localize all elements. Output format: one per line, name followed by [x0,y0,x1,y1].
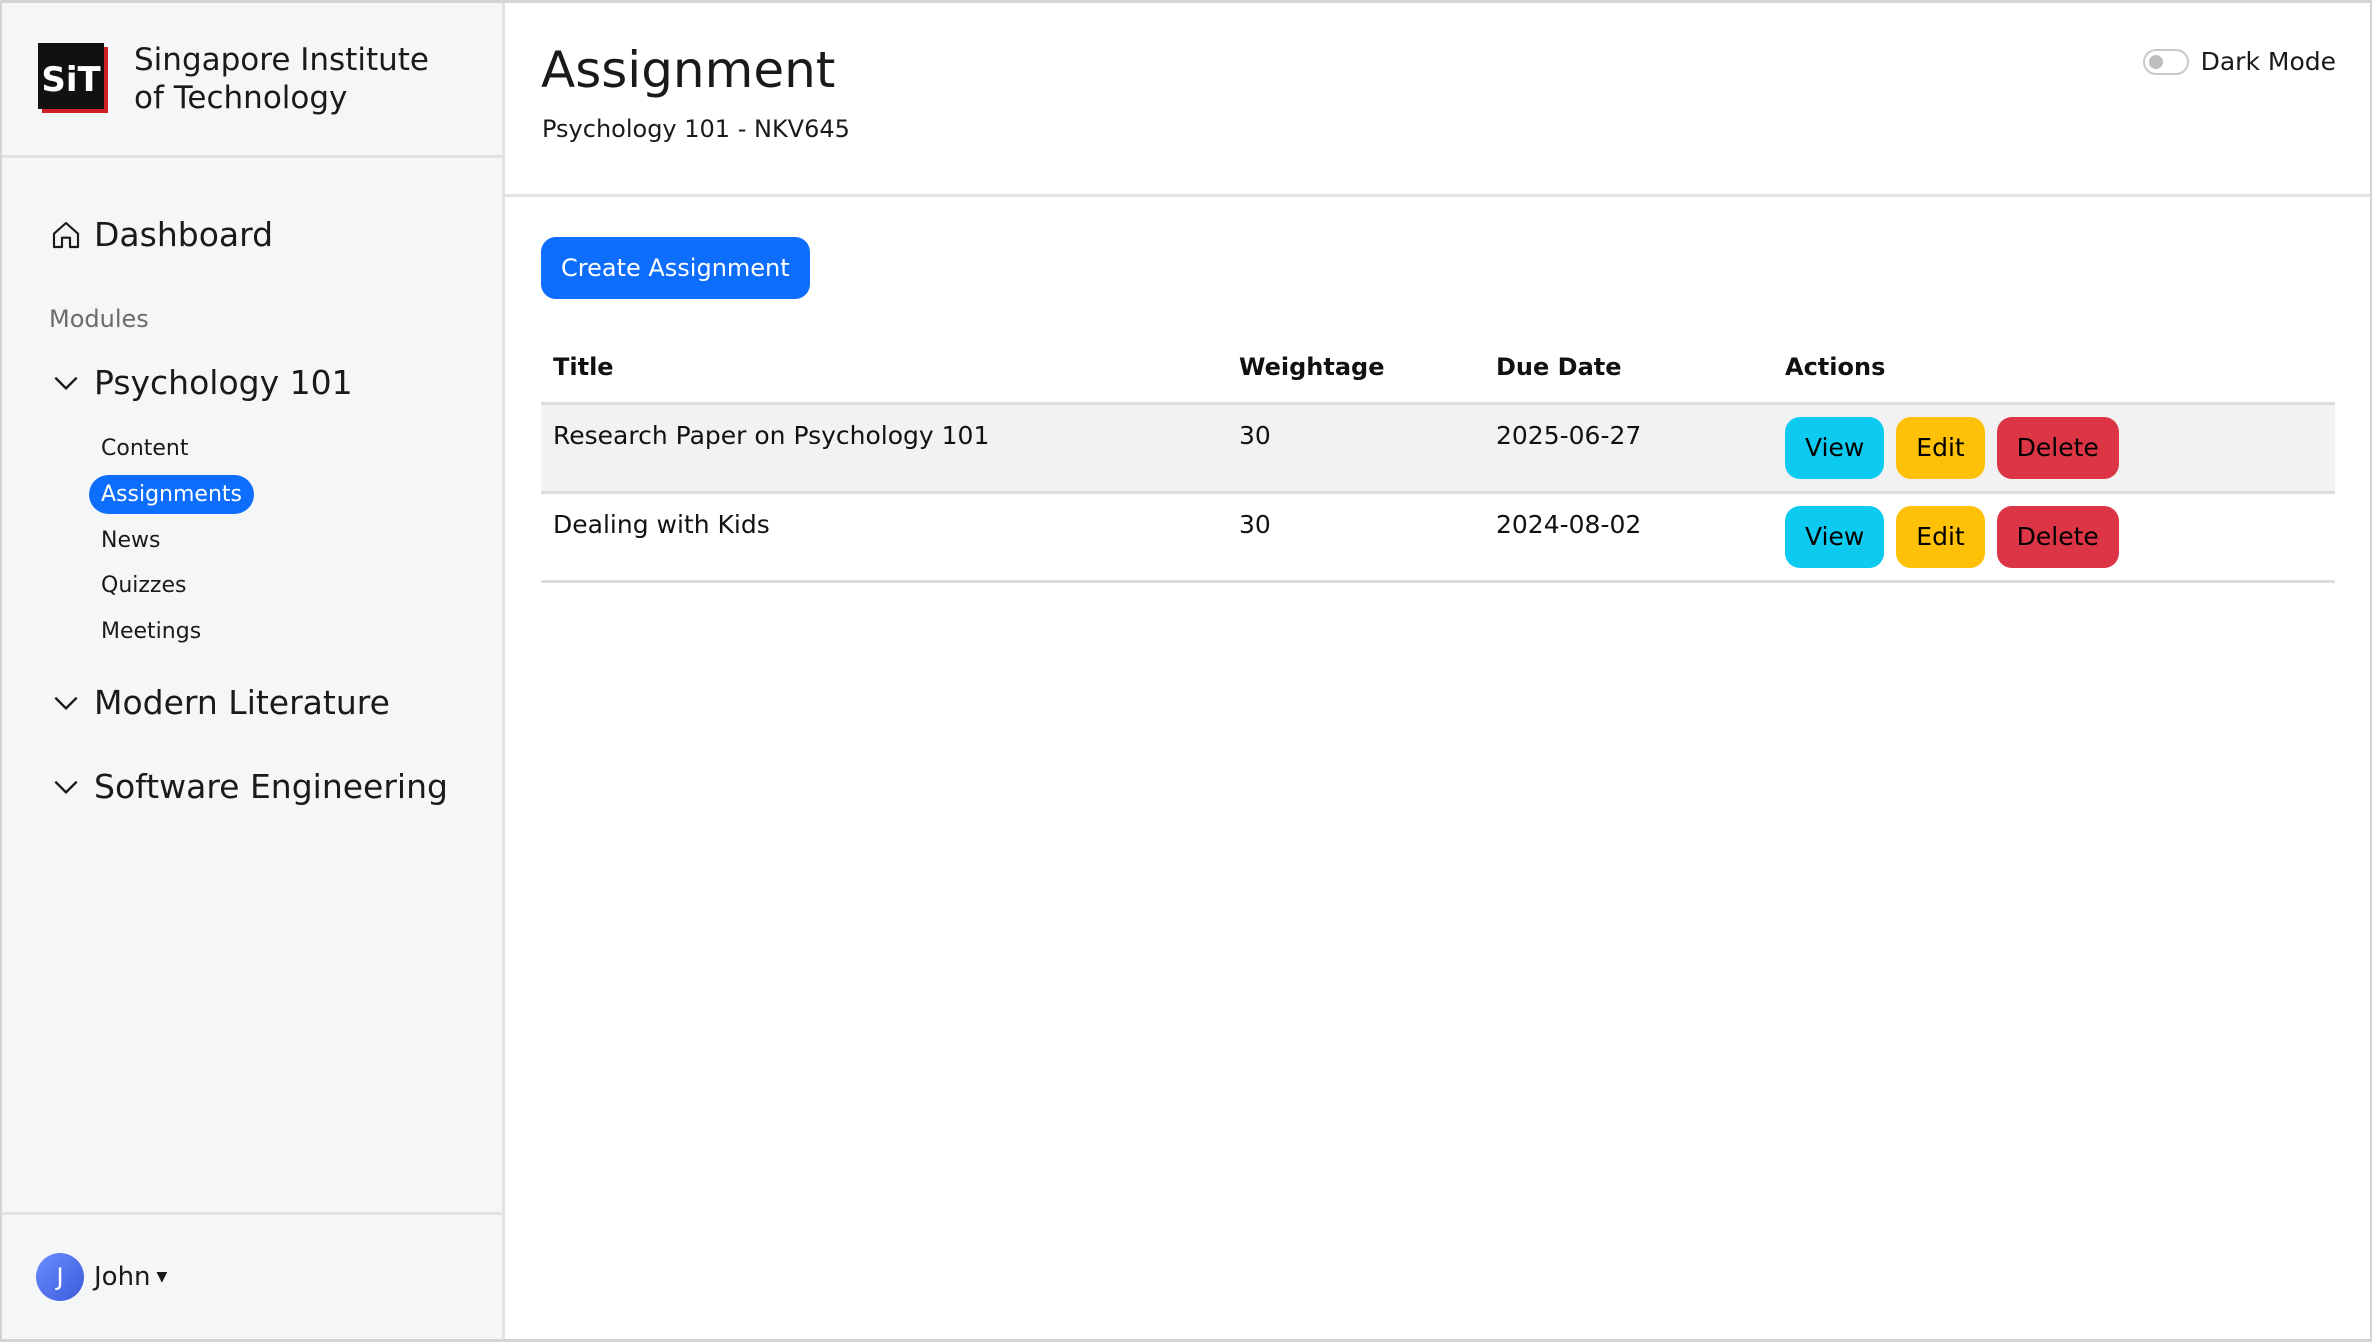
dark-mode-toggle[interactable]: Dark Mode [2142,47,2336,76]
sidebar-item-assignments[interactable]: Assignments [89,475,254,514]
module-psychology-101[interactable]: Psychology 101 [50,363,353,402]
table-row: Dealing with Kids 30 2024-08-02 View Edi… [541,492,2335,583]
create-assignment-button[interactable]: Create Assignment [541,237,810,299]
table-header-row: Title Weightage Due Date Actions [541,333,2335,405]
assignments-table: Title Weightage Due Date Actions Researc… [541,333,2335,583]
module-label: Software Engineering [94,767,448,806]
delete-button[interactable]: Delete [1996,416,2119,479]
user-name: John [94,1262,151,1292]
module-software-engineering[interactable]: Software Engineering [50,767,448,806]
module-modern-literature[interactable]: Modern Literature [50,683,390,722]
column-header-due-date: Due Date [1484,333,1773,405]
page-subtitle: Psychology 101 - NKV645 [542,115,850,143]
brand: SiT Singapore Institute of Technology [2,3,502,158]
chevron-down-icon [54,696,78,710]
edit-button[interactable]: Edit [1896,505,1985,568]
column-header-title: Title [541,333,1227,405]
sit-logo: SiT [38,43,108,113]
chevron-down-icon [54,780,78,794]
column-header-actions: Actions [1773,333,2335,405]
page-title: Assignment [541,41,836,99]
view-button[interactable]: View [1785,416,1885,479]
cell-weightage: 30 [1227,403,1484,494]
toggle-knob [2148,54,2163,69]
edit-button[interactable]: Edit [1896,416,1985,479]
page-header: Assignment Psychology 101 - NKV645 Dark … [505,3,2370,197]
delete-button[interactable]: Delete [1996,505,2119,568]
sidebar-item-quizzes[interactable]: Quizzes [89,566,198,605]
user-menu[interactable]: John ▼ [94,1262,167,1292]
sidebar-item-dashboard[interactable]: Dashboard [50,215,273,254]
dashboard-label: Dashboard [94,215,274,254]
brand-name: Singapore Institute of Technology [134,42,429,116]
main-content: Assignment Psychology 101 - NKV645 Dark … [505,3,2370,1339]
modules-section-label: Modules [49,305,149,333]
view-button[interactable]: View [1785,505,1885,568]
dark-mode-label: Dark Mode [2200,47,2336,76]
sidebar: SiT Singapore Institute of Technology Da… [2,3,505,1339]
caret-down-icon: ▼ [156,1269,168,1285]
cell-weightage: 30 [1227,492,1484,583]
cell-title: Research Paper on Psychology 101 [541,403,1227,494]
module-label: Modern Literature [94,683,390,722]
cell-title: Dealing with Kids [541,492,1227,583]
sidebar-item-meetings[interactable]: Meetings [89,612,213,651]
user-area: J John ▼ [2,1212,502,1339]
toggle-switch[interactable] [2142,48,2189,75]
sidebar-item-news[interactable]: News [89,521,172,560]
column-header-weightage: Weightage [1227,333,1484,405]
cell-actions: View Edit Delete [1773,492,2335,583]
table-row: Research Paper on Psychology 101 30 2025… [541,403,2335,494]
cell-due-date: 2025-06-27 [1484,403,1773,494]
avatar: J [36,1253,84,1301]
module-label: Psychology 101 [94,363,353,402]
sidebar-item-content[interactable]: Content [89,429,201,468]
cell-actions: View Edit Delete [1773,403,2335,494]
chevron-down-icon [54,376,78,390]
home-icon [52,221,80,248]
logo-text: SiT [41,60,101,100]
cell-due-date: 2024-08-02 [1484,492,1773,583]
